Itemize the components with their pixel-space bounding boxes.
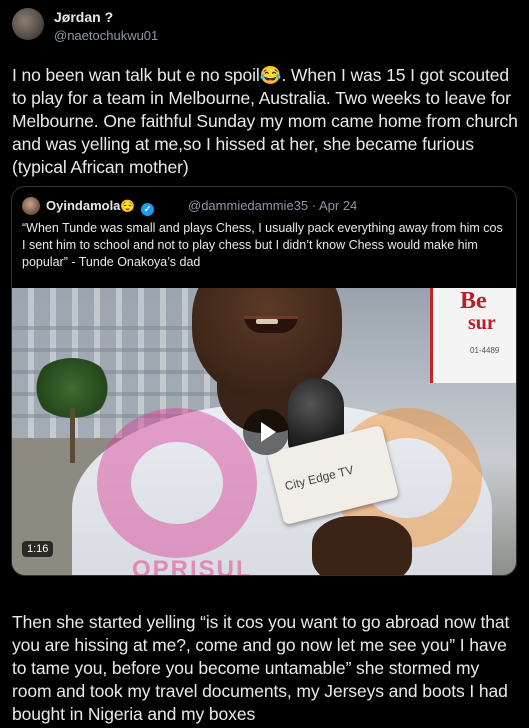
author-handle[interactable]: @naetochukwu01	[54, 28, 158, 43]
quoted-display-name: Oyindamola	[46, 198, 121, 213]
tweet-text: I no been wan talk but e no spoil😂. When…	[12, 65, 518, 177]
video-duration: 1:16	[22, 541, 54, 557]
watermark-logo-pink	[97, 408, 257, 558]
play-button[interactable]	[243, 409, 289, 455]
billboard-text-3: 01-4489	[470, 346, 500, 355]
author-avatar[interactable]	[12, 8, 44, 40]
quoted-handle-date: @dammiedammie35 · Apr 24	[188, 198, 357, 213]
play-icon	[261, 422, 276, 442]
hand	[312, 516, 412, 575]
quoted-author[interactable]: Oyindamola😌 ✓	[46, 198, 154, 216]
tweet-continuation-text: Then she started yelling “is it cos you …	[12, 612, 510, 724]
quoted-handle[interactable]: @dammiedammie35	[188, 198, 308, 213]
billboard-text-1: Be	[460, 288, 487, 314]
verified-badge-icon: ✓	[141, 203, 154, 216]
quoted-tweet[interactable]: Oyindamola😌 ✓ @dammiedammie35 · Apr 24 “…	[11, 186, 517, 576]
quoted-date[interactable]: · Apr 24	[312, 198, 358, 213]
quoted-avatar[interactable]	[22, 197, 40, 215]
quoted-name-emoji: 😌	[120, 199, 136, 213]
video-watermark-text: OPRISUL	[132, 556, 253, 575]
palm-trunk	[70, 408, 75, 463]
billboard-text-2: sur	[468, 312, 496, 334]
teeth	[256, 319, 278, 324]
author-display-name[interactable]: Jørdan ?	[54, 9, 113, 25]
quoted-text: “When Tunde was small and plays Chess, I…	[22, 221, 503, 269]
video-player[interactable]: Be sur 01-4489 City Edge TV OPRISUL 1:16	[12, 288, 516, 575]
